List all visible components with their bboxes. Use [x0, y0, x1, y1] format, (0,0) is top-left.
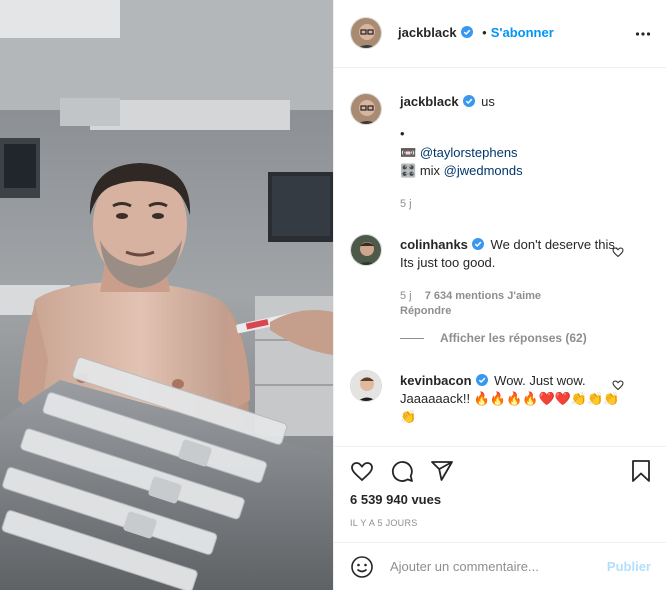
avatar[interactable]: [350, 93, 382, 125]
post-header: jackblack • S'abonner: [334, 0, 666, 68]
reply-button[interactable]: Répondre: [400, 304, 451, 319]
post-photo-image: [0, 0, 333, 590]
caption-mix-label: mix: [419, 163, 441, 178]
header-separator: •: [482, 25, 487, 40]
follow-button[interactable]: S'abonner: [491, 25, 554, 40]
comment-icon[interactable]: [390, 459, 414, 486]
publish-button[interactable]: Publier: [607, 559, 651, 574]
caption-bullet: •: [400, 126, 405, 141]
avatar[interactable]: [350, 17, 382, 49]
verified-badge-icon: [471, 237, 484, 250]
avatar[interactable]: [350, 370, 382, 402]
comment-likes[interactable]: 7 634 mentions J'aime: [425, 290, 541, 302]
caption-time[interactable]: 5 j: [400, 197, 412, 212]
post-photo[interactable]: [0, 0, 333, 590]
emoji-icon[interactable]: [350, 555, 374, 582]
post-date[interactable]: IL Y A 5 JOURS: [350, 518, 418, 528]
add-comment-bar: Ajouter un commentaire... Publier: [334, 542, 666, 590]
mixer-emoji: 🎛️: [400, 163, 417, 178]
post-author-username[interactable]: jackblack: [398, 25, 457, 40]
caption: jackblack us • 📼 @taylorstephens 🎛️ mix …: [350, 93, 650, 213]
comment-input[interactable]: Ajouter un commentaire...: [390, 559, 539, 574]
verified-badge-icon: [460, 26, 473, 38]
bookmark-icon[interactable]: [629, 459, 653, 486]
more-options-icon[interactable]: [635, 26, 651, 45]
comment-username[interactable]: colinhanks: [400, 237, 468, 252]
caption-username[interactable]: jackblack: [400, 94, 459, 109]
view-replies-button[interactable]: Afficher les réponses (62): [440, 331, 587, 346]
heart-icon[interactable]: [612, 379, 624, 394]
comment-time[interactable]: 5 j: [400, 290, 412, 302]
share-icon[interactable]: [430, 459, 454, 486]
comment-username[interactable]: kevinbacon: [400, 373, 472, 388]
mention-link[interactable]: @jwedmonds: [444, 163, 523, 178]
verified-badge-icon: [462, 94, 475, 107]
avatar[interactable]: [350, 234, 382, 266]
verified-badge-icon: [475, 373, 488, 386]
heart-icon[interactable]: [350, 459, 374, 486]
views-count[interactable]: 6 539 940 vues: [350, 492, 441, 507]
comment-item: colinhanks We don't deserve this. Its ju…: [350, 234, 650, 346]
comments-list[interactable]: jackblack us • 📼 @taylorstephens 🎛️ mix …: [334, 69, 666, 446]
cassette-emoji: 📼: [400, 145, 417, 160]
replies-divider: [400, 338, 424, 339]
comment-item: kevinbacon Wow. Just wow. Jaaaaaack!! 🔥🔥…: [350, 370, 650, 440]
post-actions: 6 539 940 vues IL Y A 5 JOURS: [334, 446, 666, 546]
heart-icon[interactable]: [612, 246, 624, 261]
caption-text: us: [481, 94, 495, 109]
mention-link[interactable]: @taylorstephens: [420, 145, 518, 160]
post-sidebar: jackblack • S'abonner jackblack us • 📼 @…: [333, 0, 666, 590]
